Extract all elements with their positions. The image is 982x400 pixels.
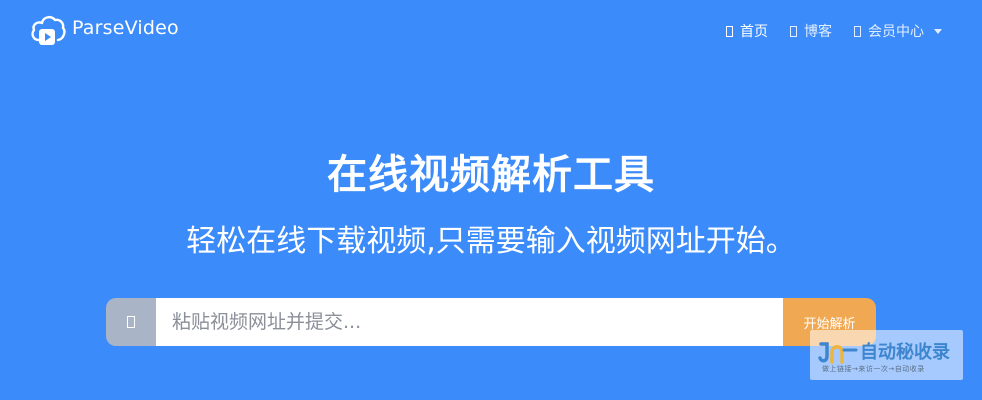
watermark-subtitle: 做上链接→来访一次→自动收录 [822,365,925,373]
page-subtitle: 轻松在线下载视频,只需要输入视频网址开始。 [186,224,796,259]
search-addon [106,298,156,346]
cloud-play-icon [31,15,66,45]
nav-item-blog-label: 博客 [804,24,832,40]
nav-item-member-center[interactable]: 会员中心 [854,21,942,41]
video-url-form: 开始解析 [106,298,876,346]
page-title: 在线视频解析工具 [327,152,655,198]
brand-logo-link[interactable]: ParseVideo [30,12,179,48]
main-nav: 首页 博客 会员中心 [726,21,942,41]
nav-item-home[interactable]: 首页 [726,21,768,41]
brand-name: ParseVideo [72,17,179,39]
nav-item-member-center-label: 会员中心 [868,24,924,40]
caret-down-icon [934,28,942,34]
watermark-badge: 自动秘收录 做上链接→来访一次→自动收录 [810,330,963,380]
watermark-logo [818,342,858,364]
home-icon [726,25,733,37]
link-icon [127,316,135,328]
nav-item-home-label: 首页 [740,24,768,40]
user-icon [854,25,861,37]
video-url-input[interactable] [156,298,783,346]
watermark-title: 自动秘收录 [860,342,950,363]
nav-item-blog[interactable]: 博客 [790,21,832,41]
navbar: ParseVideo 首页 博客 会员中心 [0,0,982,62]
blog-icon [790,25,797,37]
